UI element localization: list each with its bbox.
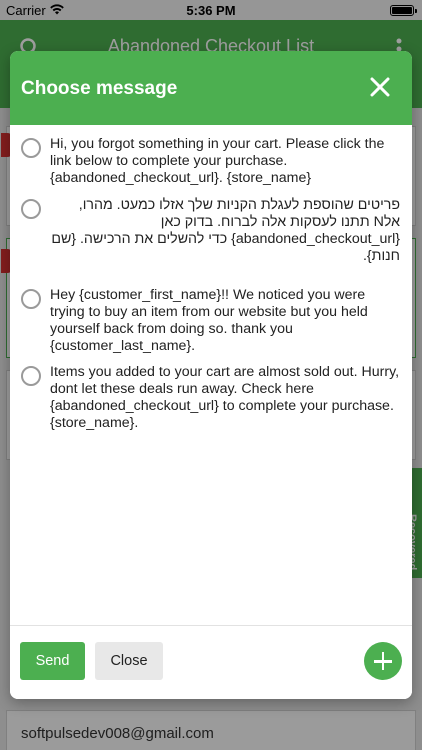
radio-button[interactable] — [21, 199, 41, 219]
message-text: Hey {customer_first_name}!! We noticed y… — [50, 287, 368, 354]
add-icon[interactable] — [364, 642, 402, 680]
message-option[interactable]: פריטים שהוספת לעגלת הקניות שלך אזלו כמעט… — [20, 197, 400, 265]
message-option[interactable]: Hi, you forgot something in your cart. P… — [20, 136, 400, 187]
send-button[interactable]: Send — [20, 642, 85, 680]
dialog-footer: Send Close — [10, 625, 412, 699]
message-text: Hi, you forgot something in your cart. P… — [50, 136, 385, 186]
message-option[interactable]: Hey {customer_first_name}!! We noticed y… — [20, 287, 400, 355]
message-option[interactable]: Items you added to your cart are almost … — [20, 364, 400, 432]
dialog-header: Choose message — [10, 51, 412, 125]
dialog-title: Choose message — [21, 78, 178, 99]
message-text: Items you added to your cart are almost … — [50, 364, 400, 431]
radio-button[interactable] — [21, 138, 41, 158]
message-list: Hi, you forgot something in your cart. P… — [10, 125, 412, 432]
message-text: פריטים שהוספת לעגלת הקניות שלך אזלו כמעט… — [51, 197, 400, 264]
radio-button[interactable] — [21, 366, 41, 386]
radio-button[interactable] — [21, 289, 41, 309]
close-button[interactable]: Close — [95, 642, 163, 680]
close-icon[interactable] — [370, 77, 390, 97]
choose-message-dialog: Choose message Hi, you forgot something … — [10, 51, 412, 699]
